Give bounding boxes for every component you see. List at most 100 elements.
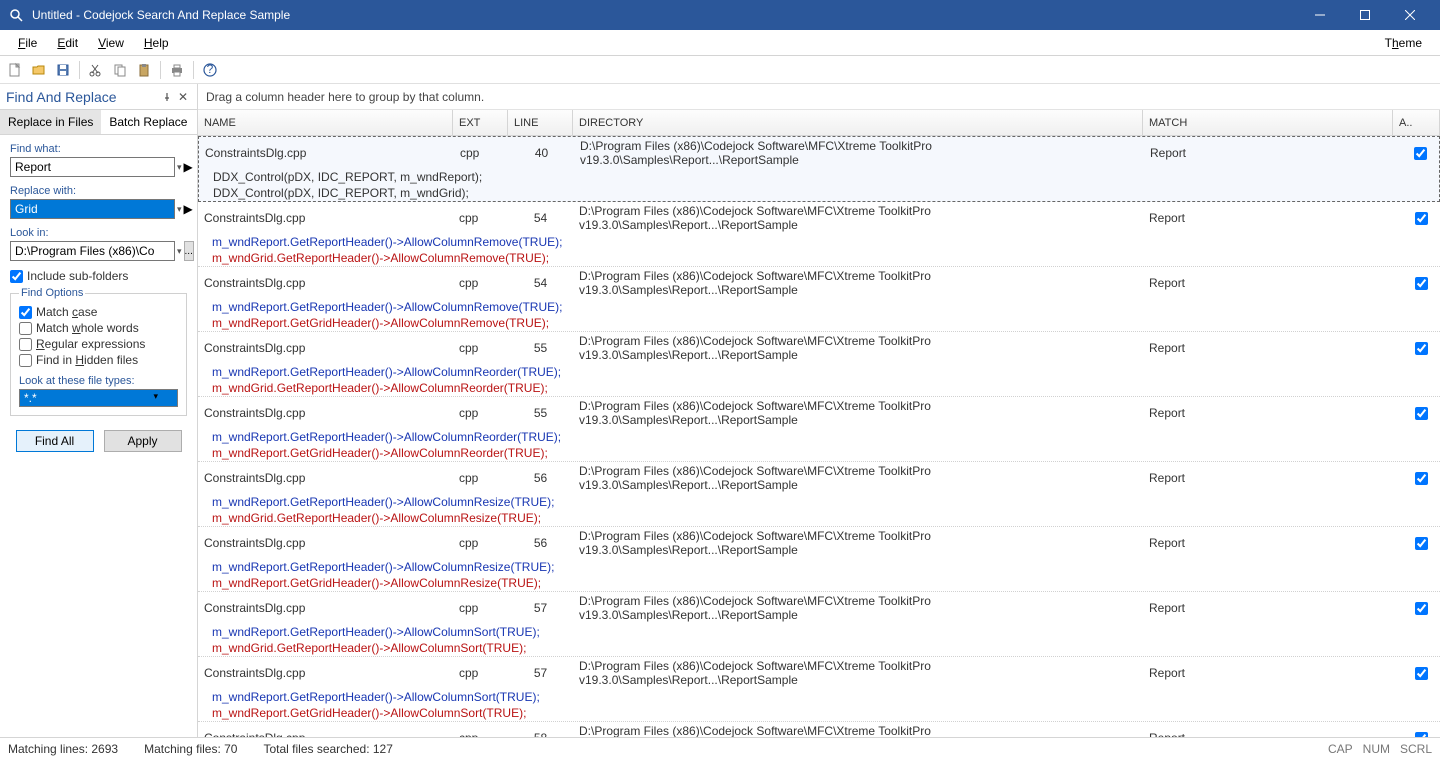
cell-name: ConstraintsDlg.cpp bbox=[198, 657, 453, 689]
cell-check[interactable] bbox=[1393, 332, 1440, 364]
cell-match: Report bbox=[1143, 657, 1393, 689]
look-in-input[interactable] bbox=[10, 241, 175, 261]
save-icon[interactable] bbox=[52, 59, 74, 81]
col-ext[interactable]: EXT bbox=[453, 110, 508, 135]
cell-dir: D:\Program Files (x86)\Codejock Software… bbox=[574, 137, 1144, 169]
menu-theme[interactable]: Theme bbox=[1375, 32, 1432, 54]
code-line: m_wndReport.GetReportHeader()->AllowColu… bbox=[212, 300, 562, 314]
code-line: m_wndReport.GetReportHeader()->AllowColu… bbox=[212, 430, 561, 444]
cell-ext: cpp bbox=[453, 267, 508, 299]
match-whole-words-checkbox[interactable] bbox=[19, 322, 32, 335]
table-row[interactable]: ConstraintsDlg.cppcpp54D:\Program Files … bbox=[198, 202, 1440, 267]
new-icon[interactable] bbox=[4, 59, 26, 81]
match-case-label: Match case bbox=[36, 305, 97, 319]
cell-check[interactable] bbox=[1393, 397, 1440, 429]
open-icon[interactable] bbox=[28, 59, 50, 81]
find-what-input[interactable] bbox=[10, 157, 175, 177]
cell-ext: cpp bbox=[454, 137, 509, 169]
cell-match: Report bbox=[1143, 462, 1393, 494]
regex-label: Regular expressions bbox=[36, 337, 145, 351]
cell-line: 56 bbox=[508, 462, 573, 494]
grid-body[interactable]: ConstraintsDlg.cppcpp40D:\Program Files … bbox=[198, 136, 1440, 737]
cell-name: ConstraintsDlg.cpp bbox=[198, 332, 453, 364]
table-row[interactable]: ConstraintsDlg.cppcpp56D:\Program Files … bbox=[198, 462, 1440, 527]
row-checkbox[interactable] bbox=[1415, 537, 1428, 550]
col-directory[interactable]: DIRECTORY bbox=[573, 110, 1143, 135]
cell-line: 56 bbox=[508, 527, 573, 559]
row-checkbox[interactable] bbox=[1415, 277, 1428, 290]
cell-match: Report bbox=[1143, 397, 1393, 429]
cell-check[interactable] bbox=[1393, 267, 1440, 299]
file-types-input[interactable] bbox=[19, 389, 178, 407]
cell-check[interactable] bbox=[1393, 657, 1440, 689]
match-whole-words-label: Match whole words bbox=[36, 321, 139, 335]
close-button[interactable] bbox=[1387, 0, 1432, 30]
cell-check[interactable] bbox=[1393, 462, 1440, 494]
col-a[interactable]: A.. bbox=[1393, 110, 1440, 135]
cell-check[interactable] bbox=[1393, 592, 1440, 624]
table-row[interactable]: ConstraintsDlg.cppcpp58D:\Program Files … bbox=[198, 722, 1440, 737]
row-checkbox[interactable] bbox=[1415, 602, 1428, 615]
find-what-expand-icon[interactable]: ▶ bbox=[184, 160, 193, 174]
code-line: m_wndReport.GetGridHeader()->AllowColumn… bbox=[212, 576, 541, 590]
code-line: m_wndReport.GetReportHeader()->AllowColu… bbox=[212, 235, 562, 249]
cell-line: 54 bbox=[508, 202, 573, 234]
replace-with-expand-icon[interactable]: ▶ bbox=[184, 202, 193, 216]
menu-file[interactable]: File bbox=[8, 32, 47, 54]
row-checkbox[interactable] bbox=[1415, 472, 1428, 485]
code-line: m_wndReport.GetReportHeader()->AllowColu… bbox=[212, 495, 554, 509]
menu-help[interactable]: Help bbox=[134, 32, 179, 54]
find-all-button[interactable]: Find All bbox=[16, 430, 94, 452]
cell-dir: D:\Program Files (x86)\Codejock Software… bbox=[573, 397, 1143, 429]
col-name[interactable]: NAME bbox=[198, 110, 453, 135]
cell-line: 40 bbox=[509, 137, 574, 169]
cell-ext: cpp bbox=[453, 527, 508, 559]
cell-check[interactable] bbox=[1393, 722, 1440, 737]
maximize-button[interactable] bbox=[1342, 0, 1387, 30]
hidden-files-checkbox[interactable] bbox=[19, 354, 32, 367]
minimize-button[interactable] bbox=[1297, 0, 1342, 30]
group-bar[interactable]: Drag a column header here to group by th… bbox=[198, 84, 1440, 110]
row-checkbox[interactable] bbox=[1415, 342, 1428, 355]
tab-replace-in-files[interactable]: Replace in Files bbox=[0, 110, 101, 134]
table-row[interactable]: ConstraintsDlg.cppcpp57D:\Program Files … bbox=[198, 592, 1440, 657]
tab-batch-replace[interactable]: Batch Replace bbox=[101, 110, 195, 134]
table-row[interactable]: ConstraintsDlg.cppcpp55D:\Program Files … bbox=[198, 397, 1440, 462]
row-checkbox[interactable] bbox=[1415, 667, 1428, 680]
table-row[interactable]: ConstraintsDlg.cppcpp55D:\Program Files … bbox=[198, 332, 1440, 397]
print-icon[interactable] bbox=[166, 59, 188, 81]
menu-view[interactable]: View bbox=[88, 32, 134, 54]
include-subfolders-checkbox[interactable] bbox=[10, 270, 23, 283]
cut-icon[interactable] bbox=[85, 59, 107, 81]
panel-close-icon[interactable]: ✕ bbox=[175, 89, 191, 105]
cell-check[interactable] bbox=[1394, 137, 1439, 169]
table-row[interactable]: ConstraintsDlg.cppcpp54D:\Program Files … bbox=[198, 267, 1440, 332]
code-line: m_wndGrid.GetReportHeader()->AllowColumn… bbox=[212, 511, 541, 525]
table-row[interactable]: ConstraintsDlg.cppcpp57D:\Program Files … bbox=[198, 657, 1440, 722]
row-checkbox[interactable] bbox=[1414, 147, 1427, 160]
regex-checkbox[interactable] bbox=[19, 338, 32, 351]
paste-icon[interactable] bbox=[133, 59, 155, 81]
cell-check[interactable] bbox=[1393, 527, 1440, 559]
col-line[interactable]: LINE bbox=[508, 110, 573, 135]
code-line: m_wndReport.GetReportHeader()->AllowColu… bbox=[212, 365, 561, 379]
row-checkbox[interactable] bbox=[1415, 407, 1428, 420]
apply-button[interactable]: Apply bbox=[104, 430, 182, 452]
pin-icon[interactable] bbox=[159, 89, 175, 105]
col-match[interactable]: MATCH bbox=[1143, 110, 1393, 135]
copy-icon[interactable] bbox=[109, 59, 131, 81]
cell-check[interactable] bbox=[1393, 202, 1440, 234]
browse-button[interactable]: ... bbox=[184, 241, 194, 261]
match-case-checkbox[interactable] bbox=[19, 306, 32, 319]
cell-dir: D:\Program Files (x86)\Codejock Software… bbox=[573, 462, 1143, 494]
menu-edit[interactable]: Edit bbox=[47, 32, 88, 54]
cell-match: Report bbox=[1143, 592, 1393, 624]
table-row[interactable]: ConstraintsDlg.cppcpp56D:\Program Files … bbox=[198, 527, 1440, 592]
row-checkbox[interactable] bbox=[1415, 212, 1428, 225]
status-matching-files: Matching files: 70 bbox=[144, 742, 237, 756]
table-row[interactable]: ConstraintsDlg.cppcpp40D:\Program Files … bbox=[198, 136, 1440, 202]
title-bar: Untitled - Codejock Search And Replace S… bbox=[0, 0, 1440, 30]
help-icon[interactable]: ? bbox=[199, 59, 221, 81]
replace-with-input[interactable] bbox=[10, 199, 175, 219]
cell-name: ConstraintsDlg.cpp bbox=[198, 462, 453, 494]
